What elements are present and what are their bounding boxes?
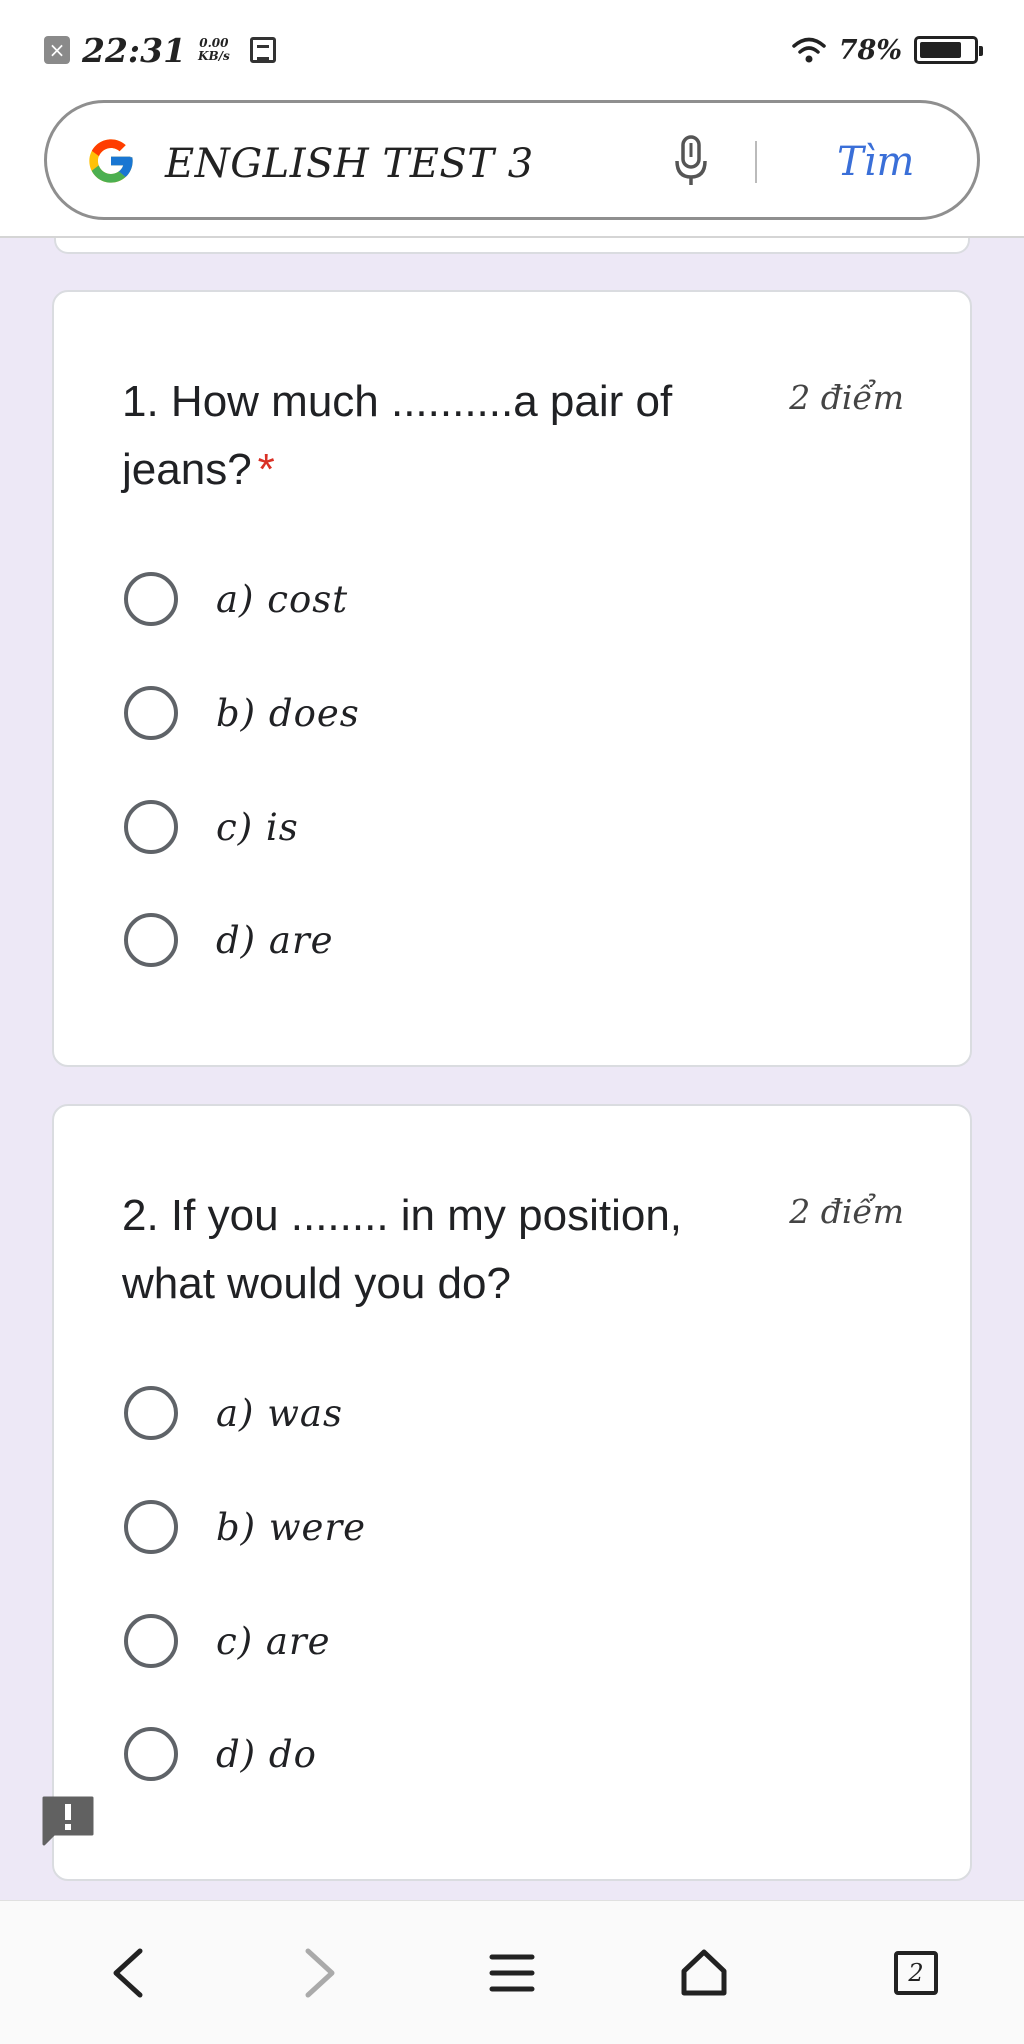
previous-card-edge xyxy=(54,238,970,254)
radio-button[interactable] xyxy=(124,1500,178,1554)
question-card-1: 1. How much ..........a pair of jeans? * … xyxy=(52,290,972,1067)
radio-button[interactable] xyxy=(124,913,178,967)
menu-icon xyxy=(489,1954,535,1992)
question-text: 1. How much ..........a pair of jeans? xyxy=(122,377,673,494)
wifi-icon xyxy=(792,37,826,63)
option-label[interactable]: d) are xyxy=(216,919,334,962)
tabs-icon: 2 xyxy=(894,1951,938,1995)
option-label[interactable]: a) was xyxy=(216,1392,343,1435)
option-label[interactable]: c) are xyxy=(216,1620,331,1663)
option-b[interactable]: b) were xyxy=(124,1497,366,1557)
tabs-button[interactable]: 2 xyxy=(880,1937,952,2009)
radio-button[interactable] xyxy=(124,572,178,626)
option-label[interactable]: b) were xyxy=(216,1506,366,1549)
radio-button[interactable] xyxy=(124,800,178,854)
home-button[interactable] xyxy=(668,1937,740,2009)
report-issue-icon[interactable] xyxy=(40,1794,96,1848)
back-icon xyxy=(113,1948,143,1998)
search-button[interactable]: Tìm xyxy=(837,139,914,185)
network-speed-unit: KB/s xyxy=(198,49,230,63)
question-title: 1. How much ..........a pair of jeans? * xyxy=(122,368,722,504)
question-title: 2. If you ........ in my position, what … xyxy=(122,1182,722,1318)
search-box[interactable]: ENGLISH TEST 3 Tìm xyxy=(44,100,980,220)
mic-icon[interactable] xyxy=(671,131,711,191)
back-button[interactable] xyxy=(92,1937,164,2009)
battery-level xyxy=(920,42,961,58)
forward-button[interactable] xyxy=(284,1937,356,2009)
battery-icon xyxy=(914,36,983,64)
status-time: 22:31 xyxy=(82,30,187,70)
required-star: * xyxy=(257,445,275,494)
option-label[interactable]: c) is xyxy=(216,806,299,849)
radio-button[interactable] xyxy=(124,1727,178,1781)
forward-icon xyxy=(305,1948,335,1998)
notification-x-icon: × xyxy=(44,36,70,64)
question-points: 2 điểm xyxy=(789,378,904,417)
screenshot-icon xyxy=(249,37,276,63)
question-points: 2 điểm xyxy=(789,1192,904,1231)
option-b[interactable]: b) does xyxy=(124,683,360,743)
question-text: 2. If you ........ in my position, what … xyxy=(122,1191,683,1308)
bottom-navigation: 2 xyxy=(0,1900,1024,2044)
radio-button[interactable] xyxy=(124,1386,178,1440)
radio-button[interactable] xyxy=(124,686,178,740)
search-divider xyxy=(755,141,757,183)
menu-button[interactable] xyxy=(476,1937,548,2009)
option-a[interactable]: a) cost xyxy=(124,569,348,629)
search-area: ENGLISH TEST 3 Tìm xyxy=(0,96,1024,238)
option-a[interactable]: a) was xyxy=(124,1383,343,1443)
option-label[interactable]: d) do xyxy=(216,1733,317,1776)
search-query-text[interactable]: ENGLISH TEST 3 xyxy=(165,141,534,187)
option-c[interactable]: c) is xyxy=(124,797,299,857)
battery-percent: 78% xyxy=(838,34,902,66)
google-logo xyxy=(89,139,133,183)
option-label[interactable]: b) does xyxy=(216,692,360,735)
option-label[interactable]: a) cost xyxy=(216,578,348,621)
network-speed: 0.00 KB/s xyxy=(198,37,230,63)
question-card-2: 2. If you ........ in my position, what … xyxy=(52,1104,972,1881)
status-bar: × 22:31 0.00 KB/s 78% xyxy=(0,0,1024,96)
radio-button[interactable] xyxy=(124,1614,178,1668)
option-c[interactable]: c) are xyxy=(124,1611,331,1671)
option-d[interactable]: d) are xyxy=(124,910,334,970)
home-icon xyxy=(681,1949,727,1996)
option-d[interactable]: d) do xyxy=(124,1724,317,1784)
